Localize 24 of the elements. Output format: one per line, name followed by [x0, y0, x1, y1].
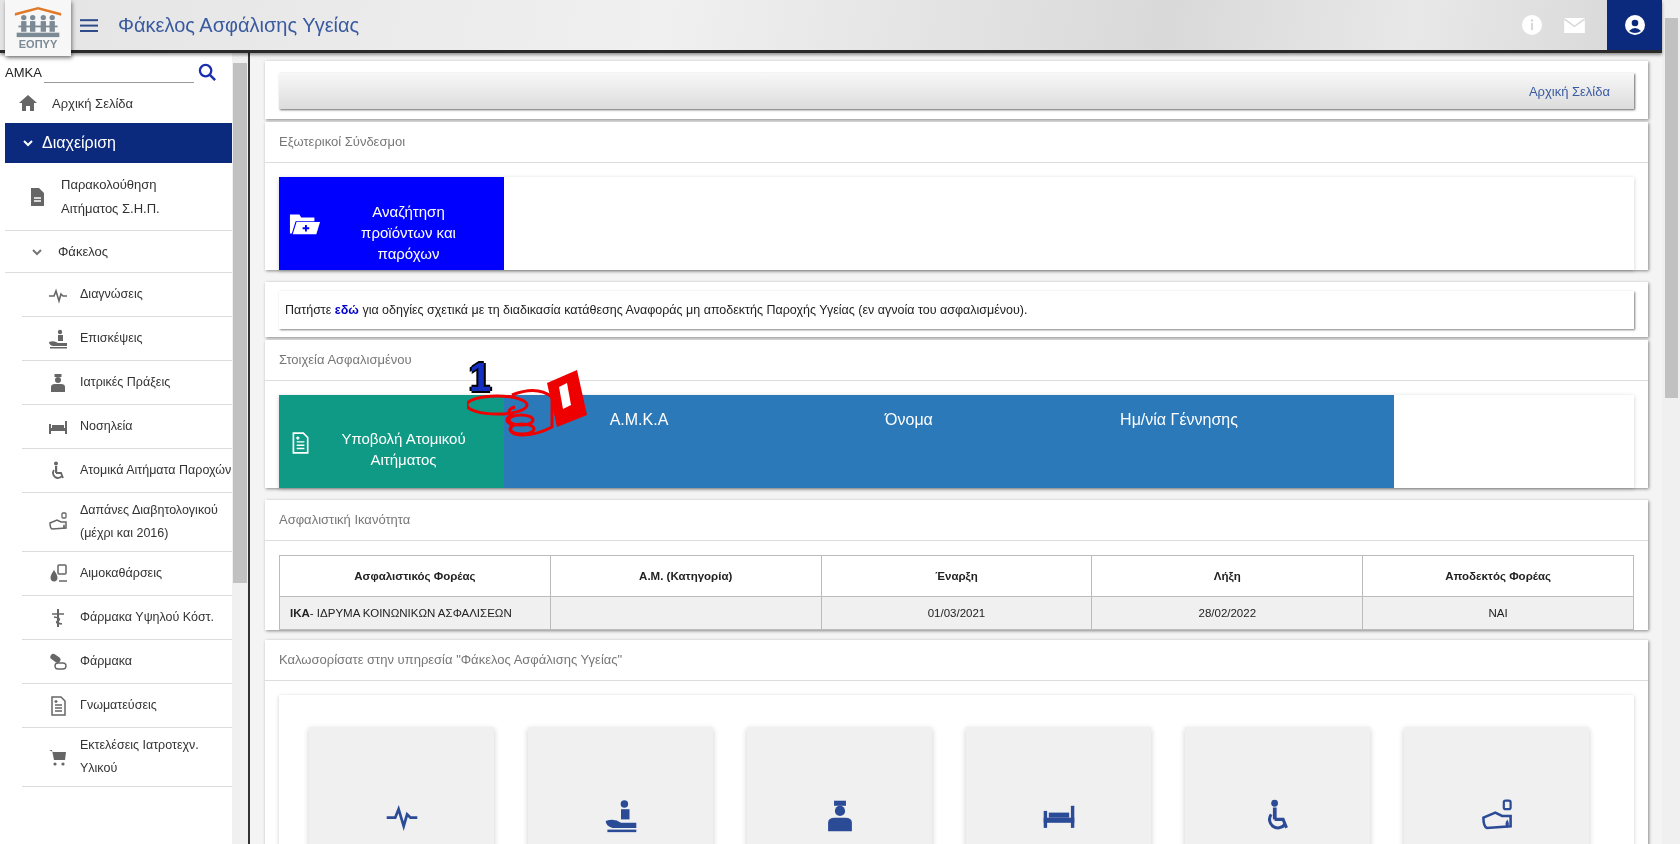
logo-text: ΕΟΠΥΥ — [18, 38, 58, 50]
sidebar-group[interactable]: Διαχείριση — [5, 123, 232, 163]
app-title: Φάκελος Ασφάλισης Υγείας — [118, 13, 360, 37]
column-header: Ασφαλιστικός Φορέας — [279, 555, 551, 597]
column-header: Έναρξη — [821, 555, 1092, 597]
field-label: Α.Μ.Κ.Α — [608, 411, 670, 430]
sidebar-item[interactable]: Αρχική Σελίδα — [0, 83, 232, 123]
table-cell: 01/03/2021 — [821, 596, 1092, 630]
submit-request-tile[interactable]: Υποβολή Ατομικού Αιτήματος — [279, 395, 504, 488]
panel-title: Εξωτερικοί Σύνδεσμοι — [265, 122, 1648, 163]
field-label: Όνομα — [883, 411, 934, 430]
column-header: Α.Μ. (Κατηγορία) — [550, 555, 822, 597]
search-label: ΑΜΚΑ — [5, 64, 42, 80]
panel-title: Καλωσορίσατε στην υπηρεσία "Φάκελος Ασφάλισης Υγείας" — [265, 640, 1648, 681]
table-cell: ΙΚΑ- ΙΔΡΥΜΑ ΚΟΙΝΩΝΙΚΩΝ ΑΣΦΑΛΙΣΕΩΝ — [279, 596, 551, 630]
panel-title: Ασφαλιστική Ικανότητα — [265, 500, 1648, 541]
table-cell: 28/02/2022 — [1091, 596, 1363, 630]
column-header: Αποδεκτός Φορέας — [1362, 555, 1634, 597]
table-cell: ΝΑΙ — [1362, 596, 1634, 630]
breadcrumb-link[interactable]: Αρχική Σελίδα — [1528, 83, 1610, 99]
field-label: Ημ/νία Γέννησης — [1119, 411, 1239, 430]
search-products-tile[interactable]: Αναζήτηση προϊόντων και παρόχων — [279, 177, 504, 270]
notice-text: Πατήστε εδώ για οδηγίες σχετικά με τη διαδικασία κατάθεσης Αναφοράς μη αποδεκτής Παροχής Υγείας (εν αγνοία του ασφαλισμένου). — [279, 291, 1634, 329]
column-header: Λήξη — [1091, 555, 1363, 597]
